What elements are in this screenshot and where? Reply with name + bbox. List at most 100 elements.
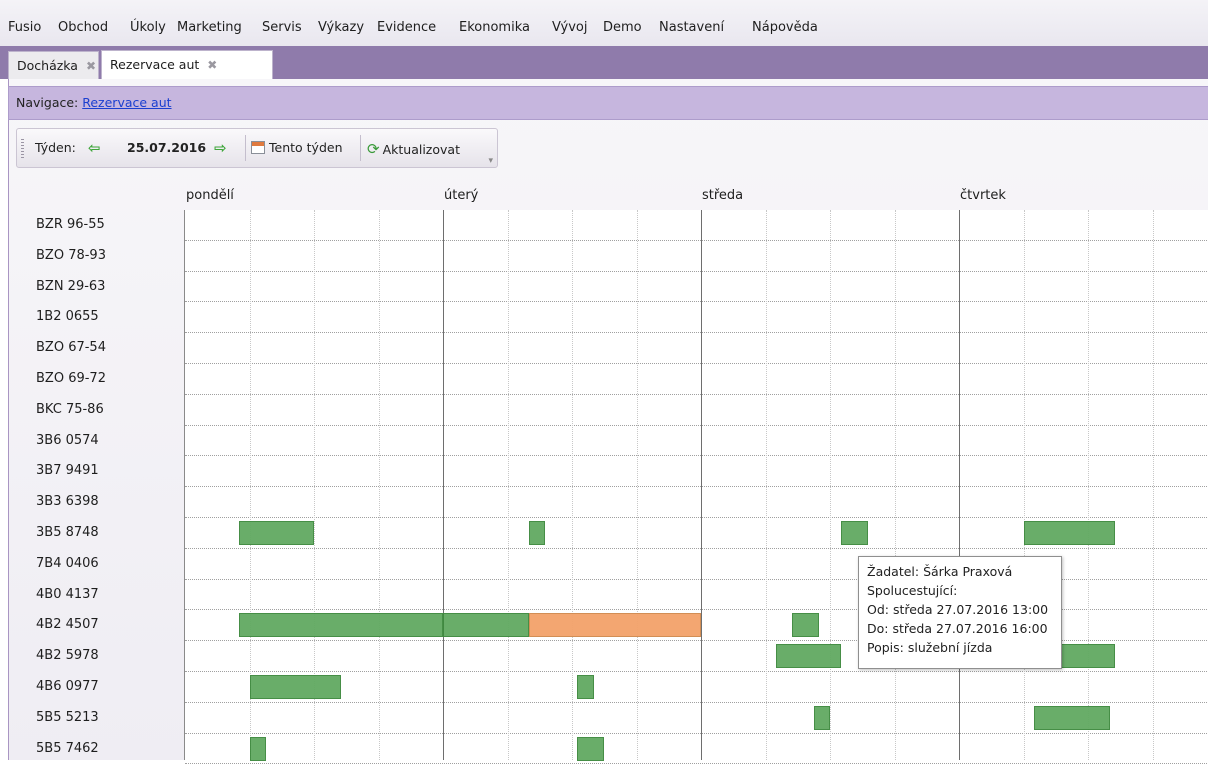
- tab-label: Docházka: [17, 58, 78, 73]
- menu-napoveda[interactable]: Nápověda: [752, 20, 818, 35]
- refresh-label: Aktualizovat: [382, 142, 460, 157]
- reservation-block[interactable]: [249, 736, 266, 761]
- menu-vykazy[interactable]: Výkazy: [318, 20, 364, 35]
- this-week-label: Tento týden: [269, 140, 343, 155]
- vehicle-label: 4B0 4137: [36, 586, 99, 602]
- tooltip-from: Od: středa 27.07.2016 13:00: [867, 602, 1049, 617]
- row-divider: [185, 701, 1208, 703]
- reservation-block[interactable]: [577, 736, 605, 761]
- menu-ukoly[interactable]: Úkoly: [130, 20, 166, 35]
- vehicle-label: 3B7 9491: [36, 463, 99, 479]
- row-divider: [185, 424, 1208, 426]
- grip-handle[interactable]: [21, 139, 24, 159]
- close-icon[interactable]: ✖: [86, 59, 96, 73]
- week-date: 25.07.2016: [127, 140, 207, 155]
- breadcrumb-label: Navigace:: [16, 95, 79, 110]
- slot-divider: [894, 210, 896, 760]
- menu-ekonomika[interactable]: Ekonomika: [459, 20, 530, 35]
- tooltip-description: Popis: služební jízda: [867, 640, 993, 655]
- tooltip-applicant: Žadatel: Šárka Praxová: [867, 564, 1013, 579]
- row-divider: [185, 301, 1208, 303]
- reservation-block[interactable]: [1023, 521, 1115, 545]
- reservation-block[interactable]: [443, 613, 529, 638]
- vehicle-label: 7B4 0406: [36, 555, 99, 571]
- tab-dochazka[interactable]: Docházka ✖: [8, 51, 99, 79]
- reservation-block[interactable]: [792, 613, 820, 638]
- menu-nastaveni[interactable]: Nastavení: [659, 20, 724, 35]
- week-label: Týden:: [35, 140, 76, 155]
- breadcrumb-link[interactable]: Rezervace aut: [82, 95, 171, 110]
- menu-marketing[interactable]: Marketing: [177, 20, 242, 35]
- close-icon[interactable]: ✖: [207, 58, 217, 72]
- vehicle-label: 3B5 8748: [36, 525, 99, 540]
- reservation-block[interactable]: [529, 521, 546, 545]
- refresh-icon: ⟳: [367, 140, 380, 158]
- row-divider: [185, 455, 1208, 457]
- arrow-right-icon[interactable]: ⇨: [214, 141, 227, 156]
- vehicle-label: BZR 96-55: [36, 217, 105, 232]
- row-divider: [185, 332, 1208, 334]
- vehicle-label: BZO 67-54: [36, 340, 106, 356]
- slot-divider: [1088, 210, 1089, 760]
- menu-fusio[interactable]: Fusio: [8, 20, 41, 35]
- menu-servis[interactable]: Servis: [262, 20, 302, 35]
- day-header-tuesday: úterý: [444, 188, 479, 203]
- vehicle-label: BZO 69-72: [36, 371, 106, 386]
- slot-divider: [830, 210, 831, 760]
- refresh-button[interactable]: ⟳ Aktualizovat: [367, 140, 460, 158]
- reservation-tooltip: Žadatel: Šárka Praxová Spolucestující: O…: [858, 556, 1062, 669]
- reservation-block[interactable]: [577, 675, 594, 699]
- reservation-conflict[interactable]: [529, 613, 701, 638]
- menu-evidence[interactable]: Evidence: [377, 20, 436, 35]
- vehicle-label: 5B5 5213: [36, 709, 99, 725]
- vehicle-label: 4B2 5978: [36, 648, 99, 664]
- slot-divider: [507, 210, 509, 760]
- menu-bar: Fusio Obchod Úkoly Marketing Servis Výka…: [0, 0, 1208, 47]
- breadcrumb: Navigace: Rezervace aut: [8, 86, 1208, 120]
- schedule-grid[interactable]: [184, 210, 1208, 764]
- row-divider: [185, 270, 1208, 272]
- menu-demo[interactable]: Demo: [603, 20, 642, 35]
- day-divider: [959, 210, 960, 760]
- vehicle-label: 4B2 4507: [36, 617, 99, 633]
- toolbar: Týden: ⇦ 25.07.2016 ⇨ Tento týden ⟳ Aktua…: [16, 128, 498, 168]
- vehicle-label: BZO 78-93: [36, 247, 106, 263]
- reservation-block[interactable]: [813, 705, 830, 730]
- calendar-icon: [251, 141, 265, 154]
- tab-rezervace-aut[interactable]: Rezervace aut ✖: [101, 50, 273, 80]
- vehicle-label: 5B5 7462: [36, 740, 99, 756]
- reservation-block[interactable]: [840, 521, 868, 545]
- tooltip-to: Do: středa 27.07.2016 16:00: [867, 621, 1048, 636]
- reservation-block[interactable]: [238, 521, 314, 545]
- row-divider: [185, 517, 1208, 518]
- vehicle-label: BKC 75-86: [36, 401, 104, 417]
- vehicle-label: 3B3 6398: [36, 494, 99, 510]
- tab-strip: Docházka ✖ Rezervace aut ✖: [0, 46, 1208, 80]
- slot-divider: [636, 210, 638, 760]
- day-divider: [443, 210, 444, 760]
- menu-obchod[interactable]: Obchod: [58, 20, 108, 35]
- day-header-wednesday: středa: [702, 188, 744, 203]
- reservation-block[interactable]: [1034, 705, 1110, 730]
- row-divider: [185, 732, 1208, 734]
- row-divider: [185, 486, 1208, 488]
- overflow-icon[interactable]: ▾: [488, 156, 493, 166]
- tooltip-companions: Spolucestující:: [867, 583, 958, 598]
- tab-label: Rezervace aut: [110, 57, 200, 72]
- reservation-block[interactable]: [249, 675, 341, 699]
- slot-divider: [572, 210, 573, 760]
- row-divider: [185, 547, 1208, 549]
- reservation-block[interactable]: [776, 644, 841, 669]
- this-week-button[interactable]: Tento týden: [251, 140, 343, 155]
- vehicle-label: 3B6 0574: [36, 432, 99, 448]
- row-divider: [185, 671, 1208, 672]
- vehicle-label: 1B2 0655: [36, 309, 99, 325]
- arrow-left-icon[interactable]: ⇦: [88, 141, 101, 156]
- menu-vyvoj[interactable]: Vývoj: [552, 20, 588, 35]
- row-divider: [185, 239, 1208, 241]
- reservation-block[interactable]: [238, 613, 443, 638]
- vehicle-label: BZN 29-63: [36, 278, 106, 294]
- row-divider: [185, 393, 1208, 395]
- slot-divider: [1152, 210, 1154, 760]
- slot-divider: [765, 210, 767, 760]
